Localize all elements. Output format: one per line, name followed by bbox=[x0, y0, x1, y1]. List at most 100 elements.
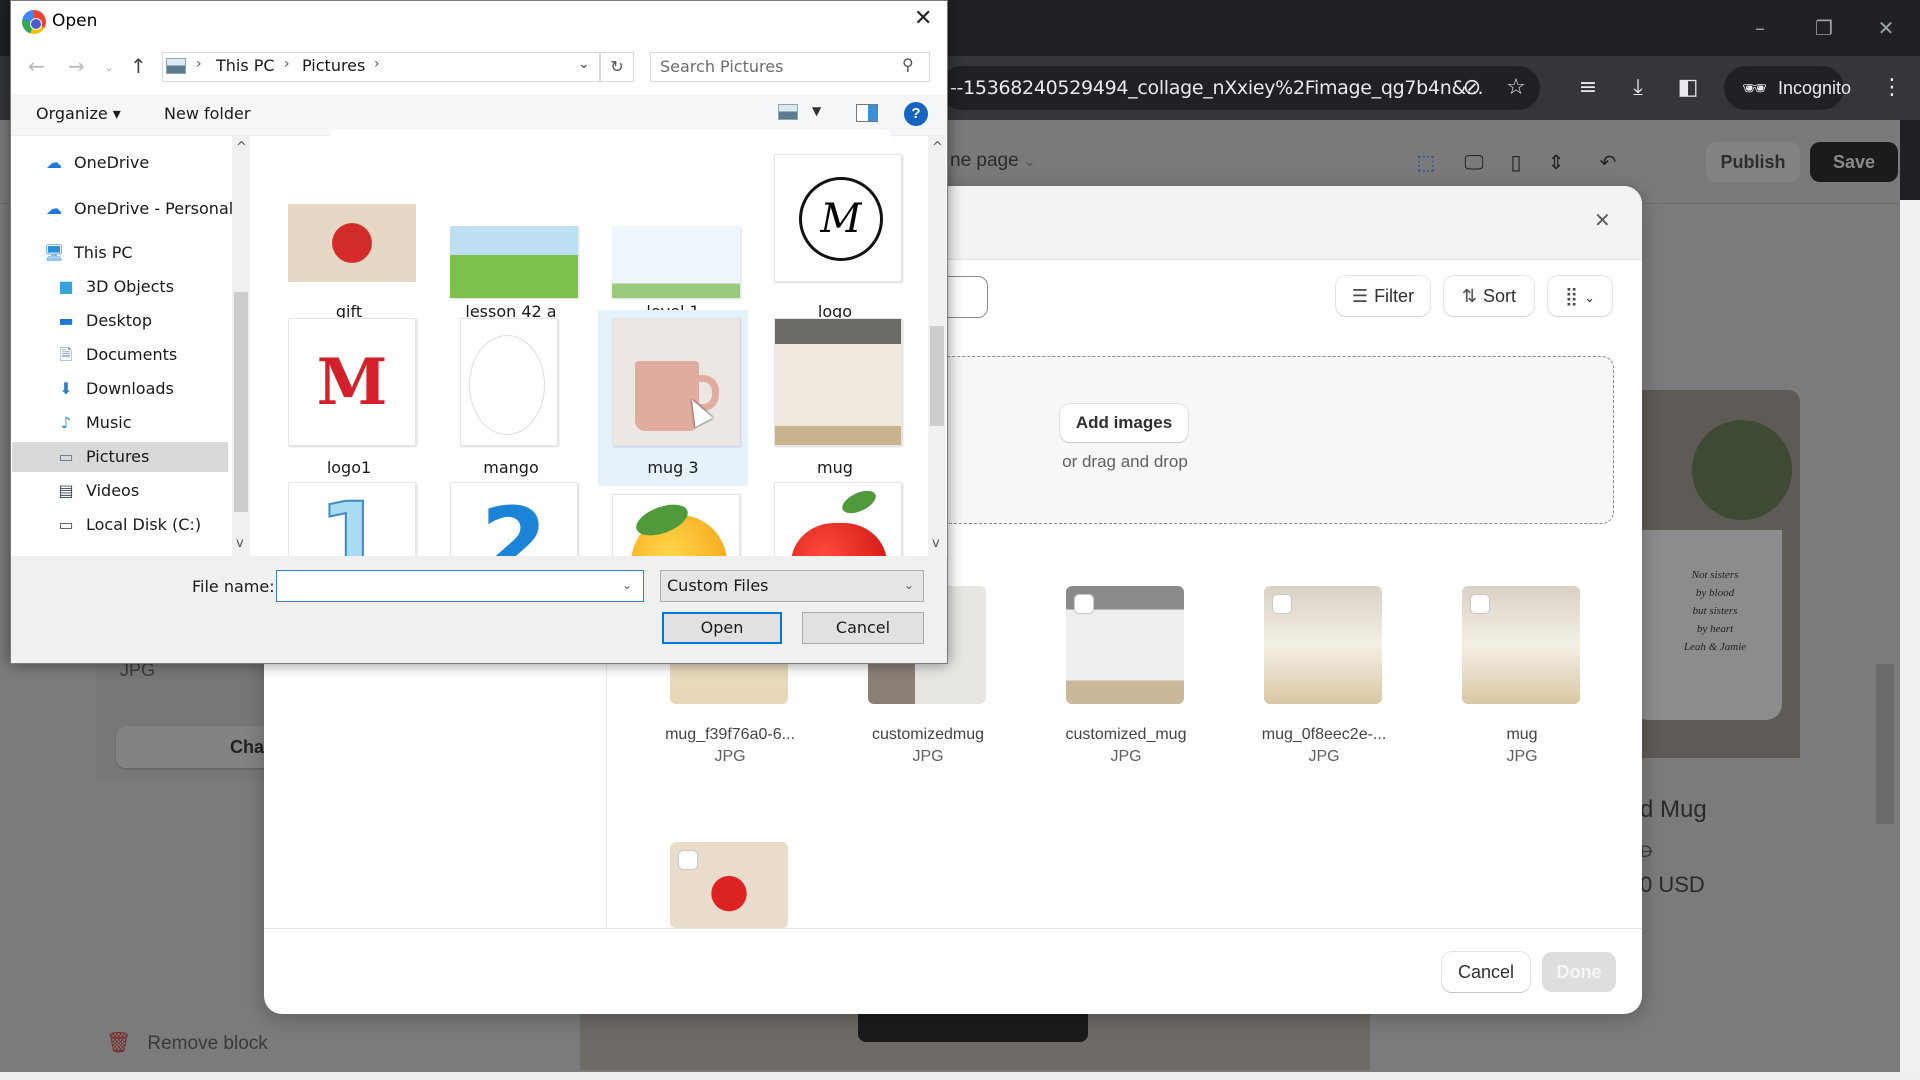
file-name-label: File name: bbox=[192, 577, 275, 596]
dialog-close-icon[interactable]: ✕ bbox=[914, 6, 932, 31]
search-icon[interactable]: ⚲ bbox=[902, 55, 914, 74]
file-tile[interactable]: level 1 bbox=[598, 154, 748, 321]
media-checkbox[interactable] bbox=[678, 850, 698, 870]
nav-item-onedrive[interactable]: ☁ OneDrive bbox=[42, 148, 260, 178]
nav-item-onedrive-personal[interactable]: ☁ OneDrive - Personal bbox=[42, 194, 260, 224]
desktop-view-icon[interactable]: 🖵 bbox=[1456, 146, 1492, 178]
plant-shape bbox=[1692, 420, 1792, 520]
scroll-up-icon[interactable]: ^ bbox=[236, 140, 247, 155]
media-checkbox[interactable] bbox=[1074, 594, 1094, 614]
file-name-dropdown-icon[interactable]: ⌄ bbox=[622, 578, 632, 592]
eye-off-icon[interactable]: ⊘ bbox=[1456, 72, 1488, 104]
file-tile[interactable]: gift bbox=[274, 154, 424, 321]
download-icon[interactable]: ⤓ bbox=[1622, 72, 1654, 104]
view-toggle-button[interactable]: ⣿ ⌄ bbox=[1548, 276, 1612, 316]
nav-item-pictures[interactable]: ▭ Pictures bbox=[12, 442, 228, 472]
filter-button[interactable]: ☰ Filter bbox=[1336, 276, 1430, 316]
cloud-icon: ☁ bbox=[46, 153, 62, 172]
restore-button[interactable]: ❐ bbox=[1804, 10, 1844, 46]
scroll-down-icon[interactable]: v bbox=[932, 536, 940, 551]
address-dropdown-icon[interactable]: ⌄ bbox=[578, 56, 590, 72]
file-list: gift lesson 42 a level 1 M logo M logo1 … bbox=[256, 136, 926, 556]
preview-scrollbar-thumb[interactable] bbox=[1876, 664, 1894, 824]
file-tile[interactable] bbox=[598, 482, 748, 556]
nav-item-label: Downloads bbox=[86, 379, 174, 398]
file-tile[interactable]: mug bbox=[760, 318, 910, 482]
cancel-button[interactable]: Cancel bbox=[802, 612, 924, 644]
add-images-button[interactable]: Add images bbox=[1060, 404, 1188, 442]
open-button[interactable]: Open bbox=[662, 612, 782, 644]
recent-locations-icon[interactable]: ⌄ bbox=[104, 60, 114, 74]
breadcrumb-this-pc[interactable]: This PC bbox=[216, 56, 275, 75]
block-toolbar[interactable] bbox=[858, 1010, 1088, 1042]
preview-pane-icon[interactable] bbox=[856, 104, 878, 122]
fullscreen-icon[interactable]: ⇕ bbox=[1538, 146, 1574, 178]
incognito-badge[interactable]: 🕶 Incognito bbox=[1724, 66, 1851, 110]
undo-icon[interactable]: ↶ bbox=[1590, 146, 1626, 178]
video-icon: ▤ bbox=[58, 481, 74, 500]
scroll-up-icon[interactable]: ^ bbox=[932, 140, 943, 155]
organize-menu[interactable]: Organize ▾ bbox=[36, 104, 121, 123]
sort-button[interactable]: ⇅ Sort bbox=[1444, 276, 1534, 316]
file-tile[interactable]: mango bbox=[436, 318, 586, 482]
pictures-folder-icon bbox=[166, 58, 186, 74]
file-tile[interactable]: M logo1 bbox=[274, 318, 424, 482]
view-dropdown-icon[interactable]: ▼ bbox=[812, 104, 821, 118]
nav-item-label: 3D Objects bbox=[86, 277, 175, 296]
back-arrow-icon[interactable]: ← bbox=[28, 54, 45, 78]
page-scrollbar[interactable] bbox=[1900, 200, 1920, 1080]
nav-item-label: Local Disk (C:) bbox=[86, 515, 202, 534]
music-icon: ♪ bbox=[60, 413, 72, 432]
close-window-button[interactable]: ✕ bbox=[1866, 10, 1906, 46]
media-name: customizedmug bbox=[871, 726, 985, 743]
up-arrow-icon[interactable]: ↑ bbox=[130, 54, 147, 78]
media-controls-icon[interactable]: ≡ bbox=[1572, 72, 1604, 104]
horizontal-scrollbar[interactable] bbox=[0, 1072, 1920, 1080]
forward-arrow-icon[interactable]: → bbox=[68, 54, 85, 78]
media-checkbox[interactable] bbox=[1272, 594, 1292, 614]
nav-item-this-pc[interactable]: 🖥 This PC bbox=[42, 238, 260, 268]
file-tile[interactable]: 2 bbox=[436, 482, 586, 556]
minimize-button[interactable]: – bbox=[1740, 10, 1780, 46]
star-bookmark-icon[interactable]: ☆ bbox=[1500, 72, 1532, 104]
side-panel-icon[interactable]: ◧ bbox=[1672, 72, 1704, 104]
refresh-button[interactable]: ↻ bbox=[600, 52, 634, 82]
select-cursor-icon[interactable]: ⬚ bbox=[1408, 146, 1444, 178]
media-checkbox[interactable] bbox=[1470, 594, 1490, 614]
mobile-view-icon[interactable]: ▯ bbox=[1498, 146, 1534, 178]
page-selector[interactable]: ne page ⌄ bbox=[950, 150, 1036, 172]
media-thumbnail bbox=[1462, 586, 1580, 704]
new-folder-button[interactable]: New folder bbox=[164, 104, 250, 123]
file-type-select[interactable]: Custom Files bbox=[660, 570, 924, 602]
file-tile-selected[interactable]: mug 3 bbox=[598, 310, 748, 486]
mug-text-line: by heart bbox=[1696, 623, 1734, 635]
scroll-down-icon[interactable]: v bbox=[236, 536, 244, 551]
dialog-title: Open bbox=[52, 11, 98, 31]
save-button[interactable]: Save bbox=[1810, 142, 1898, 182]
file-thumbnail bbox=[460, 318, 558, 446]
file-tile[interactable]: M logo bbox=[760, 154, 910, 321]
file-thumbnail: M bbox=[774, 154, 902, 282]
address-bar-url[interactable]: --15368240529494_collage_nXxiey%2Fimage_… bbox=[950, 77, 1484, 99]
modal-done-button[interactable]: Done bbox=[1542, 952, 1616, 992]
file-thumbnail: M bbox=[288, 318, 416, 446]
kebab-menu-icon[interactable]: ⋮ bbox=[1876, 72, 1908, 104]
file-thumbnail bbox=[612, 226, 740, 298]
file-list-scrollbar-thumb[interactable] bbox=[930, 326, 944, 426]
file-tile[interactable]: lesson 42 a bbox=[436, 154, 586, 321]
publish-button[interactable]: Publish bbox=[1706, 142, 1800, 182]
file-tile[interactable]: 1 bbox=[274, 482, 424, 556]
file-thumbnail: 1 bbox=[288, 482, 416, 556]
mug-text-line: Leah & Jamie bbox=[1683, 641, 1747, 653]
breadcrumb-pictures[interactable]: Pictures bbox=[302, 56, 365, 75]
remove-block-button[interactable]: 🗑 Remove block bbox=[106, 1030, 268, 1055]
file-name-input[interactable] bbox=[276, 570, 644, 602]
modal-cancel-button[interactable]: Cancel bbox=[1442, 952, 1530, 992]
file-type-dropdown-icon[interactable]: ⌄ bbox=[904, 578, 914, 592]
media-type: JPG bbox=[1506, 748, 1538, 765]
modal-close-icon[interactable]: ✕ bbox=[1594, 208, 1611, 232]
file-tile[interactable] bbox=[760, 482, 910, 556]
navigation-scrollbar-thumb[interactable] bbox=[234, 292, 248, 512]
help-icon[interactable]: ? bbox=[904, 102, 928, 126]
change-view-icon[interactable] bbox=[778, 104, 798, 120]
